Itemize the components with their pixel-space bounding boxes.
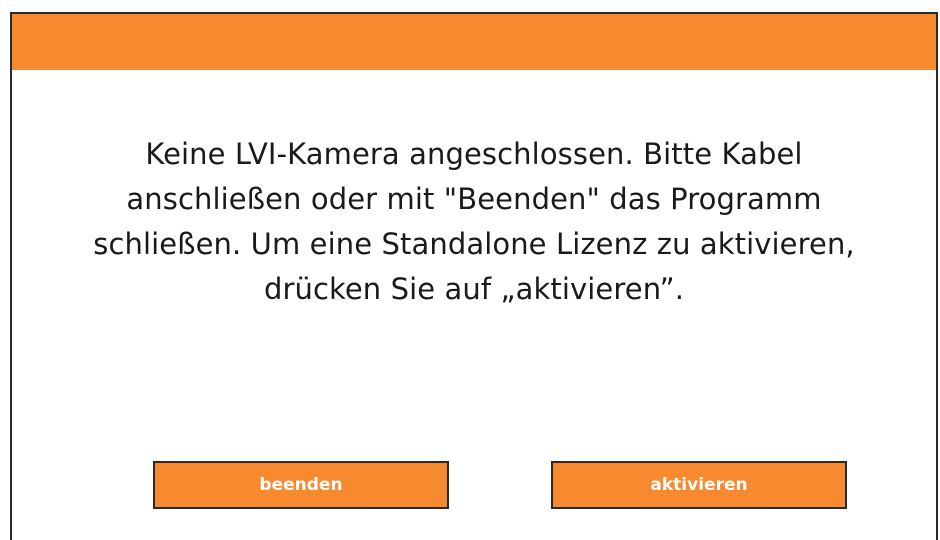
- message-line: anschließen oder mit "Beenden" das Progr…: [126, 182, 822, 216]
- activate-button[interactable]: aktivieren: [551, 461, 847, 509]
- message-line: drücken Sie auf „aktivieren”.: [263, 272, 685, 306]
- license-dialog: Keine LVI-Kamera angeschlossen. Bitte Ka…: [10, 12, 938, 540]
- message-line: schließen. Um eine Standalone Lizenz zu …: [93, 227, 855, 261]
- quit-button[interactable]: beenden: [153, 461, 449, 509]
- dialog-message: Keine LVI-Kamera angeschlossen. Bitte Ka…: [12, 132, 936, 312]
- message-line: Keine LVI-Kamera angeschlossen. Bitte Ka…: [145, 137, 803, 171]
- title-bar: [12, 14, 936, 70]
